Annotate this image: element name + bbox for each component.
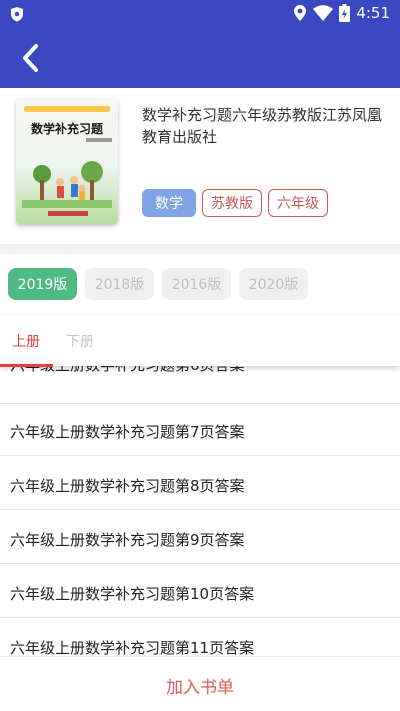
book-cover[interactable]: 数学补充习题 [16, 98, 118, 224]
cover-illustration [22, 161, 112, 208]
answer-list: 六年级上册数学补充习题第6页答案 六年级上册数学补充习题第7页答案 六年级上册数… [0, 366, 400, 656]
tag-subject[interactable]: 数学 [142, 189, 196, 217]
status-bar: 4:51 [0, 0, 400, 28]
back-button[interactable] [10, 40, 50, 76]
section-divider [0, 244, 400, 254]
cover-publisher-mark [48, 211, 88, 216]
bottom-bar: 加入书单 [0, 656, 400, 711]
tab-volume-1[interactable]: 上册 [12, 331, 40, 351]
cover-band [24, 106, 110, 112]
list-item-label: 六年级上册数学补充习题第10页答案 [10, 585, 255, 603]
list-item[interactable]: 六年级上册数学补充习题第6页答案 [0, 366, 400, 404]
version-2019[interactable]: 2019版 [8, 268, 77, 300]
status-time: 4:51 [356, 4, 390, 22]
book-tags: 数学 苏教版 六年级 [142, 189, 328, 217]
version-2020[interactable]: 2020版 [239, 268, 308, 300]
cover-title: 数学补充习题 [30, 122, 103, 136]
battery-icon [339, 4, 351, 22]
add-to-booklist-button[interactable]: 加入书单 [150, 673, 250, 698]
book-header: 数学补充习题 数学补充习题六年级苏教版江苏凤凰教育出版社 数学 苏教版 六年级 [0, 88, 400, 240]
list-item[interactable]: 六年级上册数学补充习题第9页答案 [0, 512, 400, 564]
version-selector: 2019版 2018版 2016版 2020版 [0, 254, 400, 312]
app-bar [0, 28, 400, 88]
list-item[interactable]: 六年级上册数学补充习题第8页答案 [0, 458, 400, 510]
wifi-icon [313, 5, 334, 21]
shield-icon [10, 6, 24, 22]
tag-edition[interactable]: 苏教版 [202, 189, 262, 217]
volume-tabs: 上册 下册 [0, 314, 400, 367]
list-item-label: 六年级上册数学补充习题第11页答案 [10, 639, 255, 656]
version-2018[interactable]: 2018版 [85, 268, 154, 300]
list-item[interactable]: 六年级上册数学补充习题第10页答案 [0, 566, 400, 618]
list-item[interactable]: 六年级上册数学补充习题第11页答案 [0, 620, 400, 656]
back-arrow-icon [23, 44, 38, 72]
list-item[interactable]: 六年级上册数学补充习题第7页答案 [0, 404, 400, 456]
tab-volume-2[interactable]: 下册 [66, 331, 94, 351]
list-item-label: 六年级上册数学补充习题第8页答案 [10, 477, 245, 495]
list-item-label: 六年级上册数学补充习题第6页答案 [10, 366, 245, 375]
version-2016[interactable]: 2016版 [162, 268, 231, 300]
list-item-label: 六年级上册数学补充习题第9页答案 [10, 531, 245, 549]
tab-indicator [0, 364, 53, 367]
tag-grade[interactable]: 六年级 [268, 189, 328, 217]
location-icon [293, 4, 307, 22]
cover-subtitle-mark [86, 138, 112, 142]
list-item-label: 六年级上册数学补充习题第7页答案 [10, 423, 245, 441]
book-title: 数学补充习题六年级苏教版江苏凤凰教育出版社 [142, 106, 383, 146]
